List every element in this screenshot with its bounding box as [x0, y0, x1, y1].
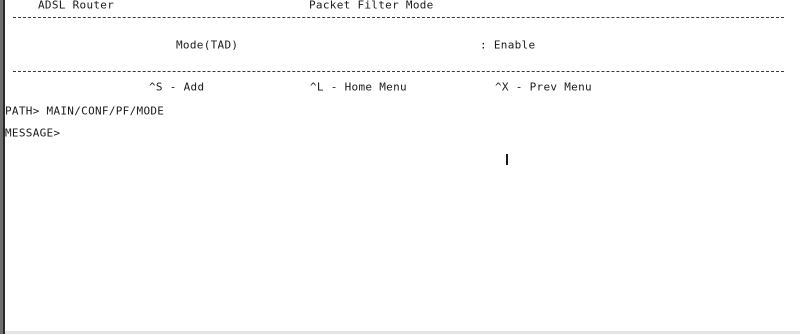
mode-label: Mode(TAD) [176, 39, 239, 52]
terminal-screen[interactable]: ADSL Router Packet Filter Mode Mode(TAD)… [5, 0, 800, 334]
path-line: PATH> MAIN/CONF/PF/MODE [5, 105, 165, 118]
home-menu-key-hint: ^L - Home Menu [310, 81, 407, 94]
mode-value-field[interactable]: : Enable [480, 40, 535, 51]
terminal-window: ADSL Router Packet Filter Mode Mode(TAD)… [0, 0, 805, 334]
router-name: ADSL Router [38, 0, 115, 12]
prev-menu-key-hint: ^X - Prev Menu [495, 81, 592, 94]
footer-divider [13, 71, 784, 72]
text-cursor [506, 154, 508, 165]
screen-title: Packet Filter Mode [309, 0, 434, 12]
header-divider [13, 17, 784, 18]
add-key-hint: ^S - Add [149, 81, 205, 94]
message-line: MESSAGE> [5, 127, 61, 140]
